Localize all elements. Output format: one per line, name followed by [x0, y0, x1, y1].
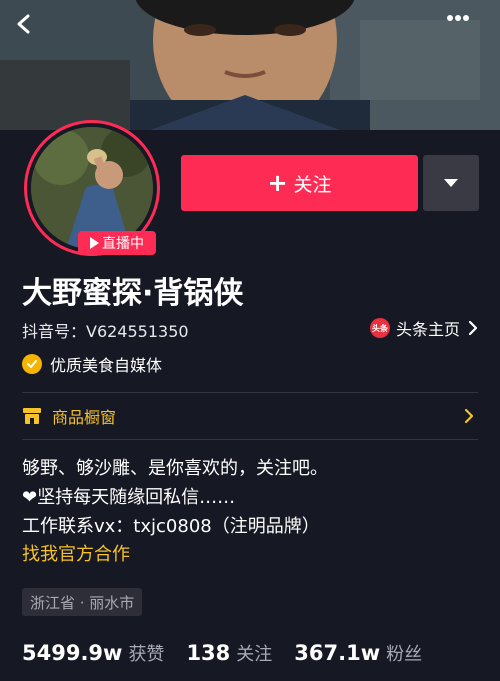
shop-icon — [23, 408, 41, 424]
bio-line: 工作联系vx：txjc0808（注明品牌） — [22, 516, 320, 537]
verified-check-icon — [22, 354, 42, 374]
stat-label: 粉丝 — [386, 644, 423, 665]
bio-line: 够野、够沙雕、是你喜欢的，关注吧。 — [22, 458, 328, 479]
recommend-dropdown-button[interactable] — [423, 155, 479, 211]
live-badge[interactable]: 直播中 — [78, 231, 156, 255]
official-cooperation-link[interactable]: 找我官方合作 — [22, 540, 130, 566]
stat-following[interactable]: 138 关注 — [186, 640, 272, 666]
stat-likes: 5499.9w 获赞 — [22, 640, 164, 666]
cover-photo-illustration — [0, 0, 500, 130]
stat-followers[interactable]: 367.1w 粉丝 — [294, 640, 422, 666]
product-showcase-link[interactable]: 商品橱窗 — [22, 403, 478, 429]
divider — [22, 439, 478, 440]
location-tag: 浙江省 · 丽水市 — [22, 588, 143, 616]
toutiao-homepage-link[interactable]: 头条 头条主页 — [369, 316, 478, 340]
more-dots-icon — [447, 15, 469, 21]
toutiao-label: 头条主页 — [395, 320, 460, 339]
shop-label: 商品橱窗 — [52, 408, 117, 427]
verified-label: 优质美食自媒体 — [50, 356, 163, 375]
chevron-right-icon — [468, 320, 478, 336]
caret-down-icon — [444, 179, 458, 187]
stat-number: 367.1w — [294, 641, 381, 665]
plus-icon: + — [267, 169, 288, 197]
toutiao-logo-icon: 头条 — [369, 318, 390, 338]
verified-badge: 优质美食自媒体 — [22, 352, 162, 376]
bio: 够野、够沙雕、是你喜欢的，关注吧。 ❤坚持每天随缘回私信…… 工作联系vx：tx… — [22, 454, 328, 541]
profile-cover-image — [0, 0, 500, 130]
more-options-button[interactable] — [446, 14, 486, 54]
profile-name: 大野蜜探·背锅侠 — [22, 276, 244, 311]
account-id: 抖音号：V624551350 — [22, 322, 189, 341]
play-icon — [90, 237, 99, 249]
profile-stats: 5499.9w 获赞 138 关注 367.1w 粉丝 — [22, 640, 444, 666]
live-badge-label: 直播中 — [102, 236, 144, 252]
chevron-left-icon — [17, 14, 30, 34]
follow-button-label: 关注 — [293, 173, 332, 196]
divider — [22, 392, 478, 393]
stat-number: 5499.9w — [22, 641, 123, 665]
bio-line: ❤坚持每天随缘回私信…… — [22, 487, 236, 508]
stat-number: 138 — [186, 641, 231, 665]
back-button[interactable] — [14, 14, 54, 54]
chevron-right-icon — [464, 408, 474, 424]
stat-label: 获赞 — [128, 644, 165, 665]
follow-button[interactable]: + 关注 — [181, 155, 418, 211]
stat-label: 关注 — [236, 644, 273, 665]
